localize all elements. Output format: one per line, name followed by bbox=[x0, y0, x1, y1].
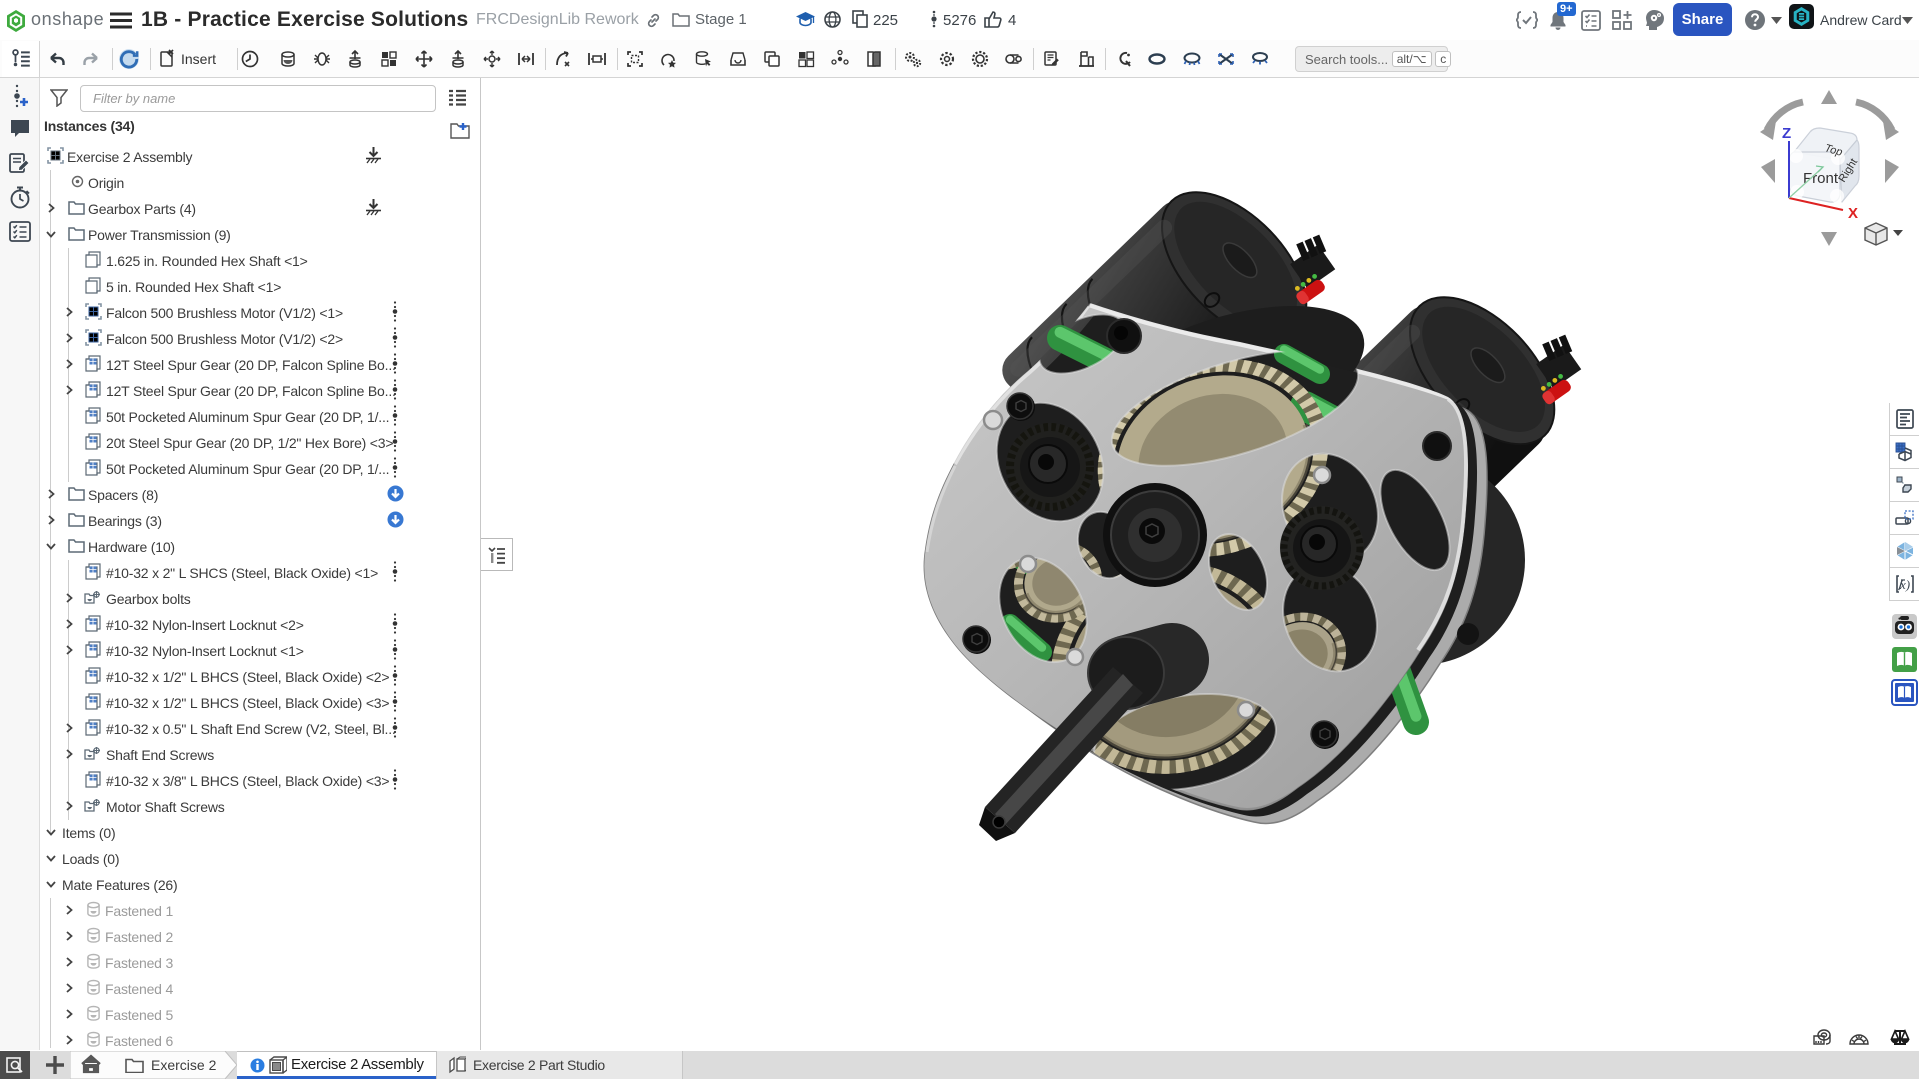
svg-text:Z: Z bbox=[1782, 125, 1791, 142]
svg-text:Front: Front bbox=[1803, 170, 1839, 187]
svg-text:X: X bbox=[1848, 205, 1858, 222]
svg-text:●●: ●● bbox=[1898, 616, 1904, 622]
